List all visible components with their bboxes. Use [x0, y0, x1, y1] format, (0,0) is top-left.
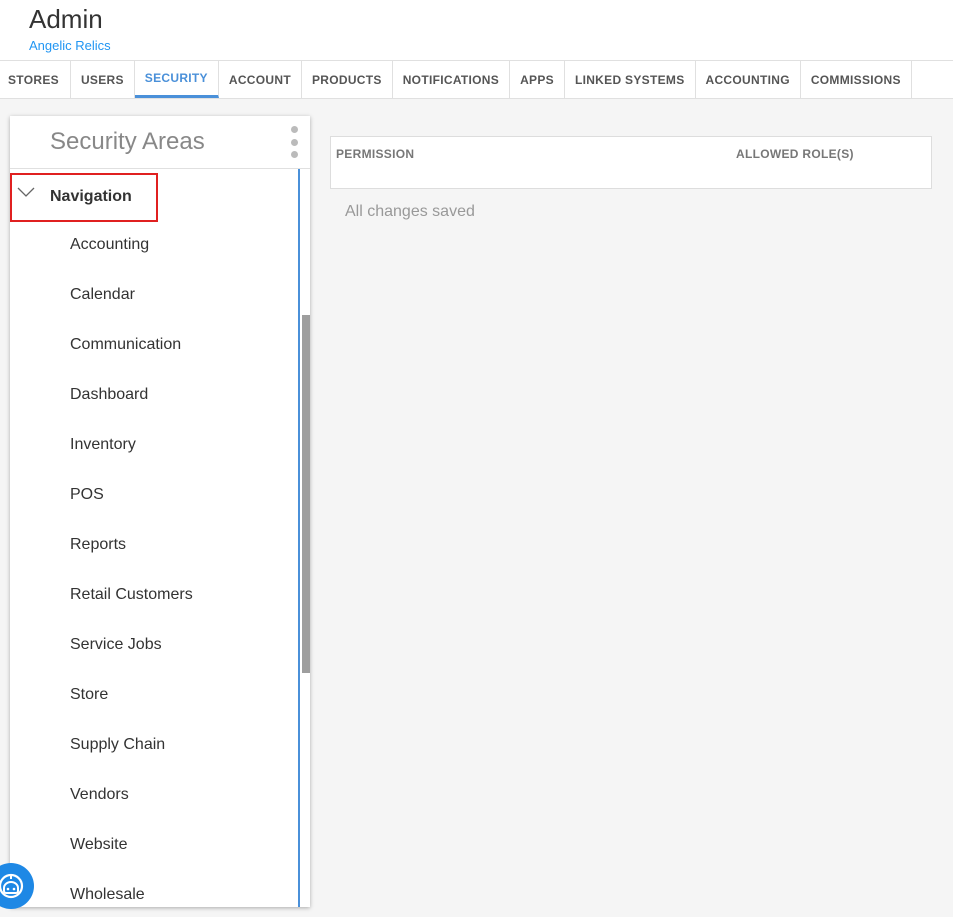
tab-users[interactable]: USERS — [71, 61, 135, 98]
security-areas-panel: Security Areas Navigation Accounting Cal… — [10, 116, 310, 907]
tab-apps[interactable]: APPS — [510, 61, 565, 98]
tree-item-pos[interactable]: POS — [10, 470, 298, 520]
tab-account[interactable]: ACCOUNT — [219, 61, 302, 98]
panel-title: Security Areas — [50, 128, 205, 155]
tab-security[interactable]: SECURITY — [134, 61, 219, 98]
page-title: Admin — [29, 4, 103, 34]
tree-item-communication[interactable]: Communication — [10, 320, 298, 370]
help-bot-icon — [0, 873, 24, 899]
column-header-permission[interactable]: PERMISSION — [336, 147, 414, 161]
tree-item-service-jobs[interactable]: Service Jobs — [10, 620, 298, 670]
panel-scrollbar[interactable] — [298, 169, 310, 907]
column-header-allowed-roles[interactable]: ALLOWED ROLE(S) — [736, 147, 854, 161]
tree-group-label: Navigation — [50, 188, 132, 205]
tree-group-navigation[interactable]: Navigation — [10, 173, 158, 222]
tree-item-inventory[interactable]: Inventory — [10, 420, 298, 470]
save-status: All changes saved — [345, 203, 475, 220]
tree-item-calendar[interactable]: Calendar — [10, 270, 298, 320]
tree-item-dashboard[interactable]: Dashboard — [10, 370, 298, 420]
tree-item-accounting[interactable]: Accounting — [10, 220, 298, 270]
tree-item-supply-chain[interactable]: Supply Chain — [10, 720, 298, 770]
permissions-grid: PERMISSION ALLOWED ROLE(S) — [330, 136, 932, 189]
admin-tabs: STORES USERS SECURITY ACCOUNT PRODUCTS N… — [0, 61, 953, 99]
tab-products[interactable]: PRODUCTS — [302, 61, 393, 98]
security-area-list: Accounting Calendar Communication Dashbo… — [10, 220, 298, 907]
tab-stores[interactable]: STORES — [0, 61, 71, 98]
chevron-down-icon[interactable] — [17, 185, 35, 199]
tree-item-vendors[interactable]: Vendors — [10, 770, 298, 820]
tab-notifications[interactable]: NOTIFICATIONS — [393, 61, 511, 98]
app-header: Admin Angelic Relics — [0, 0, 953, 61]
store-name-link[interactable]: Angelic Relics — [29, 38, 111, 53]
tree-item-website[interactable]: Website — [10, 820, 298, 870]
tree-item-reports[interactable]: Reports — [10, 520, 298, 570]
tree-item-store[interactable]: Store — [10, 670, 298, 720]
tab-accounting[interactable]: ACCOUNTING — [696, 61, 801, 98]
tab-linked-systems[interactable]: LINKED SYSTEMS — [565, 61, 696, 98]
tree-item-retail-customers[interactable]: Retail Customers — [10, 570, 298, 620]
tab-commissions[interactable]: COMMISSIONS — [801, 61, 912, 98]
scrollbar-thumb[interactable] — [302, 315, 310, 673]
tree-item-wholesale[interactable]: Wholesale — [10, 870, 298, 907]
panel-header: Security Areas — [10, 116, 310, 169]
kebab-vertical-icon[interactable] — [289, 126, 299, 158]
